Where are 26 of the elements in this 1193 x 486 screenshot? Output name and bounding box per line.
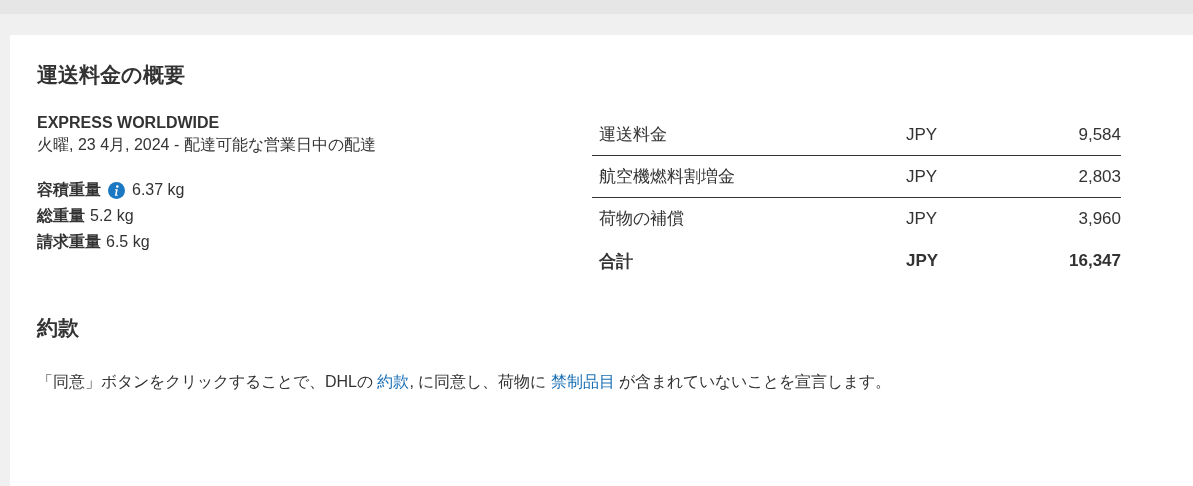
charge-name: 航空機燃料割増金 [599,166,736,188]
currency: JPY [906,124,939,145]
amount: 9,584 [1077,124,1121,145]
weight-value: 6.37 kg [132,180,185,200]
amount: 3,960 [1077,208,1121,229]
delivery-date: 火曜, 23 4月, 2024 - 配達可能な営業日中の配達 [37,135,377,155]
terms-link[interactable]: 約款 [377,373,410,390]
weight-value: 5.2 kg [90,206,134,226]
weight-label: 容積重量 [37,180,101,200]
charge-name: 荷物の補償 [599,208,685,230]
terms-link[interactable]: 禁制品目 [550,373,615,390]
amount: 16,347 [1068,251,1121,271]
section-title: 運送料金の概要 [37,62,186,88]
weight-label: 請求重量 [37,232,101,252]
weight-value: 6.5 kg [106,232,150,252]
amount: 2,803 [1077,166,1121,187]
info-icon[interactable] [108,181,125,199]
charge-name: 合計 [599,250,634,273]
currency: JPY [906,166,939,187]
charge-name: 運送料金 [599,124,668,146]
currency: JPY [906,208,939,229]
terms-sentence: 「同意」ボタンをクリックすることで、DHLの 約款, に同意し、荷物に 禁制品目 が含まれていないことを宣言します。 [37,372,893,392]
weight-label: 総重量 [37,206,85,226]
currency: JPY [906,251,940,271]
section-title: 約款 [37,315,80,341]
service-name: EXPRESS WORLDWIDE [37,113,221,133]
